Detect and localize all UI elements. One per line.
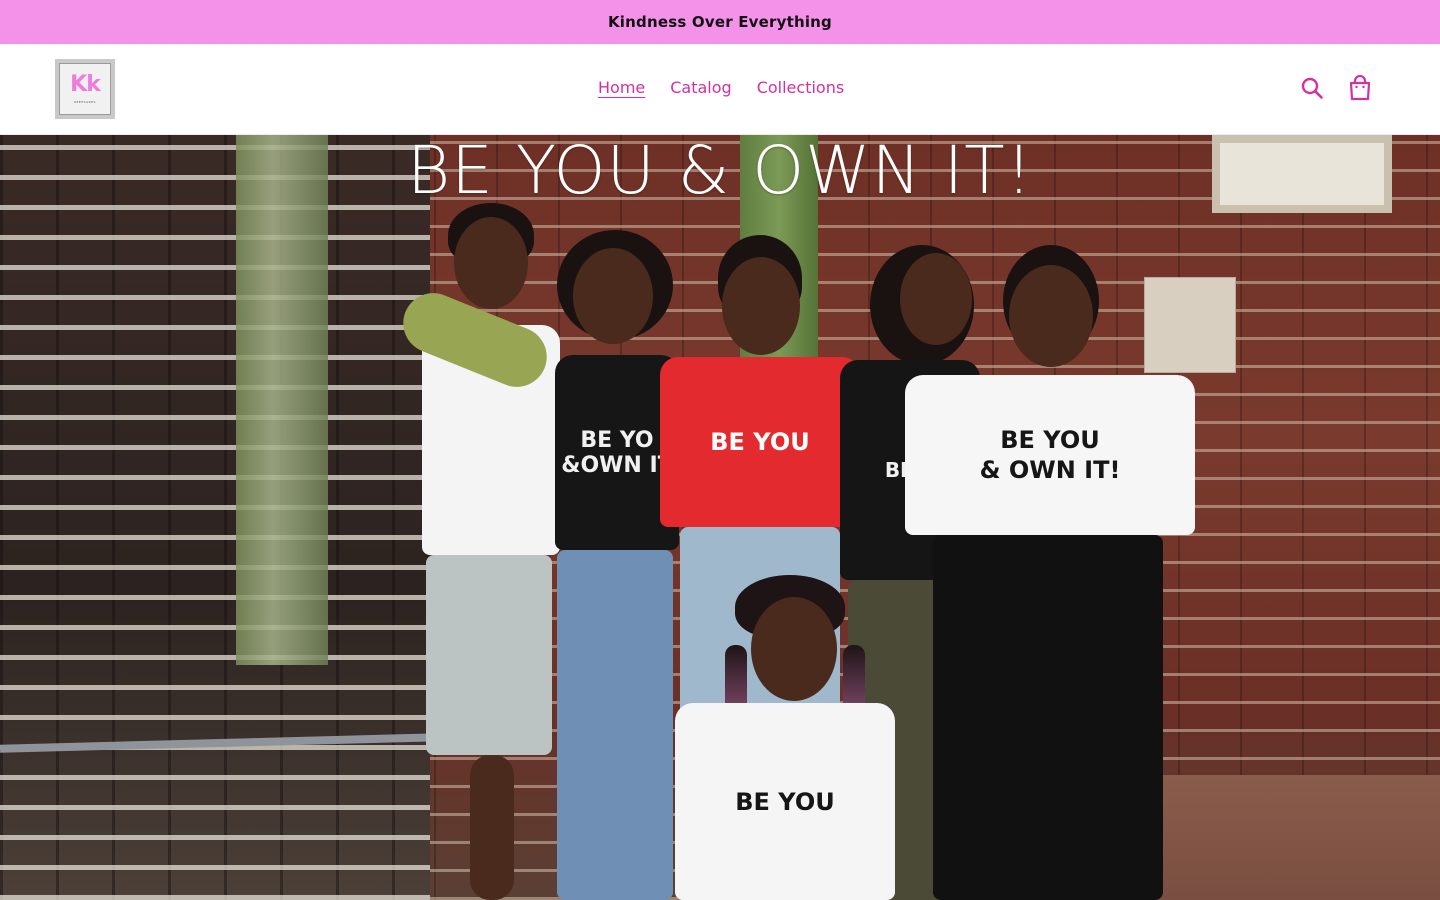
model-6: BE YOU <box>665 575 905 900</box>
main-nav: Home Catalog Collections <box>598 78 844 97</box>
cart-icon[interactable] <box>1346 74 1374 102</box>
nav-home[interactable]: Home <box>598 78 645 97</box>
site-header: Kk KEEPSAKES Home Catalog Collections <box>0 44 1440 135</box>
logo-subtitle: KEEPSAKES <box>74 100 96 104</box>
store-logo[interactable]: Kk KEEPSAKES <box>55 59 115 119</box>
announcement-bar: Kindness Over Everything <box>0 0 1440 44</box>
hero-banner[interactable]: BE YO &OWN IT BE YOU BE Y BE YOU & OWN I… <box>0 135 1440 900</box>
nav-catalog[interactable]: Catalog <box>670 78 731 97</box>
logo-mark: Kk <box>70 72 101 97</box>
model-5: BE YOU & OWN IT! <box>905 245 1195 900</box>
announcement-text: Kindness Over Everything <box>607 13 832 31</box>
search-icon[interactable] <box>1298 74 1326 102</box>
metal-pillar <box>236 135 328 665</box>
hero-title: BE YOU & OWN IT! <box>406 135 1034 209</box>
nav-collections[interactable]: Collections <box>757 78 844 97</box>
logo-frame: Kk KEEPSAKES <box>59 63 111 115</box>
brick-wall-left <box>0 135 430 900</box>
